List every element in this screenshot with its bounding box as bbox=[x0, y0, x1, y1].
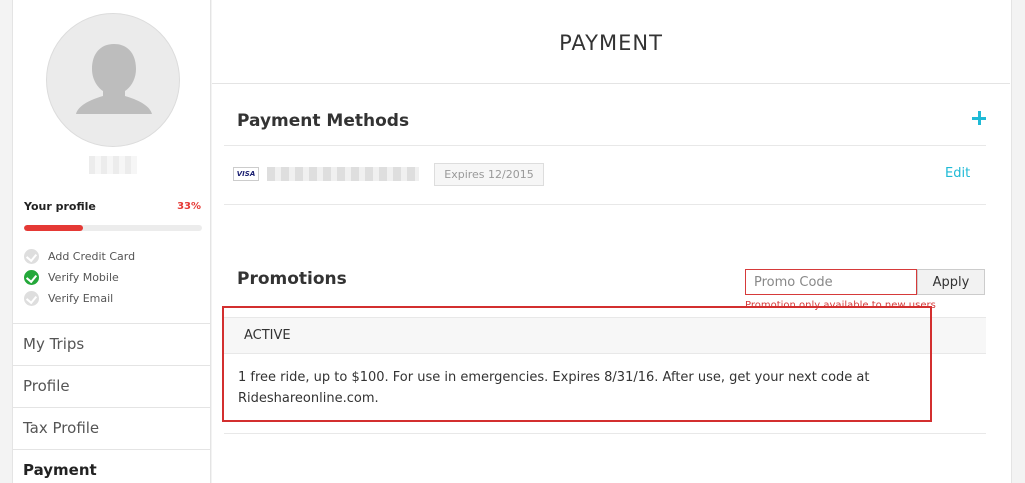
sidebar-item-tax-profile[interactable]: Tax Profile bbox=[13, 407, 211, 449]
profile-completion-percent: 33% bbox=[177, 201, 201, 212]
profile-completion-label: Your profile bbox=[24, 200, 96, 213]
sidebar-item-profile[interactable]: Profile bbox=[13, 365, 211, 407]
promo-code-input[interactable] bbox=[745, 269, 917, 295]
checklist-item-verify-email[interactable]: Verify Email bbox=[24, 290, 113, 306]
divider bbox=[224, 145, 986, 146]
profile-progress-fill bbox=[24, 225, 83, 231]
payment-page: Your profile 33% Add Credit Card Verify … bbox=[0, 0, 1025, 483]
main-content: PAYMENT Payment Methods VISA Expires 12/… bbox=[212, 0, 1012, 483]
checklist-label: Add Credit Card bbox=[48, 249, 136, 263]
sidebar: Your profile 33% Add Credit Card Verify … bbox=[12, 0, 211, 483]
divider bbox=[224, 433, 986, 434]
sidebar-item-my-trips[interactable]: My Trips bbox=[13, 323, 211, 365]
profile-progress-bar bbox=[24, 225, 202, 231]
edit-payment-link[interactable]: Edit bbox=[945, 166, 970, 181]
card-expiry-badge: Expires 12/2015 bbox=[434, 163, 544, 186]
divider bbox=[224, 204, 986, 205]
check-icon bbox=[24, 248, 39, 264]
avatar[interactable] bbox=[46, 13, 180, 147]
check-icon bbox=[24, 269, 39, 285]
promo-error-message: Promotion only available to new users bbox=[745, 300, 936, 311]
blurred-username bbox=[89, 156, 137, 174]
checklist-label: Verify Mobile bbox=[48, 270, 119, 284]
checklist-label: Verify Email bbox=[48, 291, 114, 305]
masked-card-number bbox=[267, 167, 419, 181]
active-promotions-header: ACTIVE bbox=[224, 317, 986, 354]
user-silhouette-icon bbox=[76, 44, 152, 114]
check-icon bbox=[24, 290, 39, 306]
page-title: PAYMENT bbox=[212, 0, 1010, 84]
add-payment-method-icon[interactable] bbox=[972, 111, 986, 125]
sidebar-item-payment[interactable]: Payment bbox=[13, 449, 211, 483]
promotion-description: 1 free ride, up to $100. For use in emer… bbox=[238, 370, 870, 406]
payment-methods-title: Payment Methods bbox=[237, 111, 410, 131]
visa-card-icon: VISA bbox=[233, 167, 259, 181]
apply-promo-button[interactable]: Apply bbox=[917, 269, 985, 295]
checklist-item-verify-mobile[interactable]: Verify Mobile bbox=[24, 269, 119, 285]
checklist-item-add-credit-card[interactable]: Add Credit Card bbox=[24, 248, 135, 264]
promotions-title: Promotions bbox=[237, 269, 347, 289]
